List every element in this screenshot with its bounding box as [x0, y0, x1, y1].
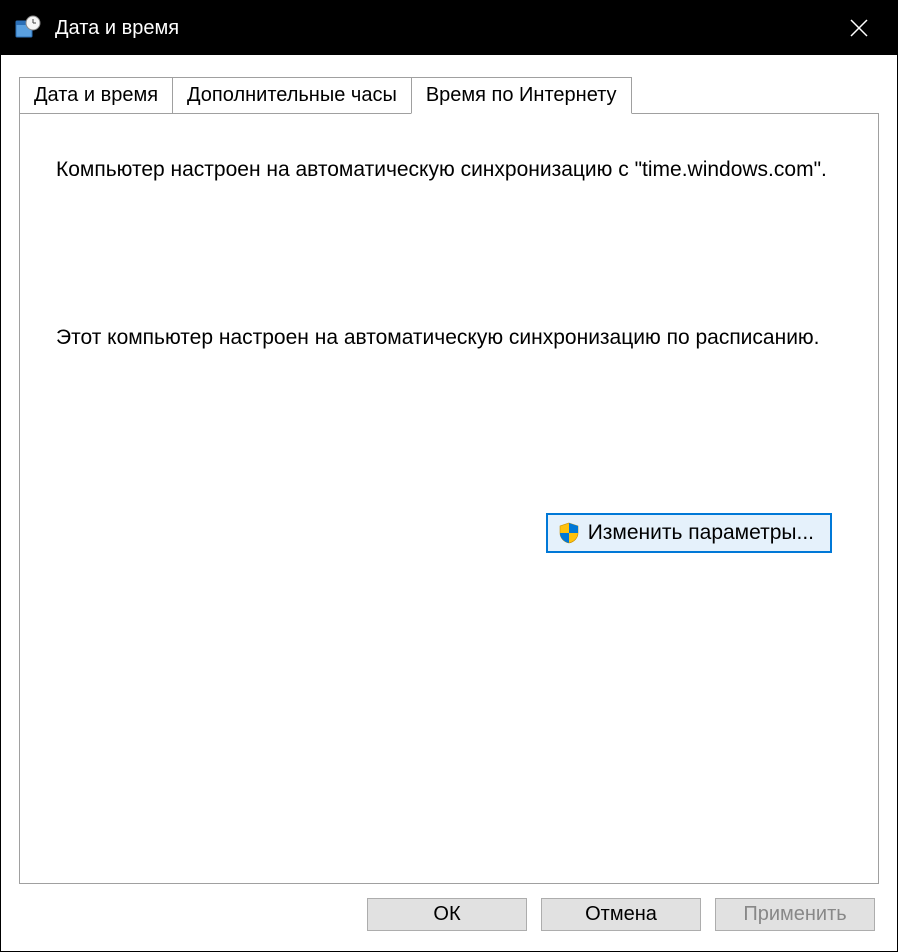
window-title: Дата и время — [55, 17, 835, 40]
change-settings-row: Изменить параметры... — [56, 513, 842, 553]
datetime-icon — [15, 15, 41, 41]
uac-shield-icon — [558, 522, 580, 544]
cancel-button[interactable]: Отмена — [541, 898, 701, 931]
change-settings-label: Изменить параметры... — [588, 521, 814, 545]
change-settings-button[interactable]: Изменить параметры... — [546, 513, 832, 553]
close-icon — [849, 18, 869, 38]
close-button[interactable] — [835, 4, 883, 52]
sync-status-text: Компьютер настроен на автоматическую син… — [56, 156, 842, 184]
tab-additional-clocks[interactable]: Дополнительные часы — [172, 77, 412, 113]
schedule-status-text: Этот компьютер настроен на автоматическу… — [56, 324, 842, 352]
tabstrip: Дата и время Дополнительные часы Время п… — [19, 77, 879, 113]
tab-internet-time[interactable]: Время по Интернету — [411, 77, 632, 114]
dialog-button-row: ОК Отмена Применить — [19, 884, 879, 933]
dialog-body: Дата и время Дополнительные часы Время п… — [1, 55, 897, 951]
tab-date-time[interactable]: Дата и время — [19, 77, 173, 113]
apply-button[interactable]: Применить — [715, 898, 875, 931]
tab-panel-internet-time: Компьютер настроен на автоматическую син… — [19, 113, 879, 884]
ok-button[interactable]: ОК — [367, 898, 527, 931]
dialog-window: Дата и время Дата и время Дополнительные… — [0, 0, 898, 952]
titlebar: Дата и время — [1, 1, 897, 55]
